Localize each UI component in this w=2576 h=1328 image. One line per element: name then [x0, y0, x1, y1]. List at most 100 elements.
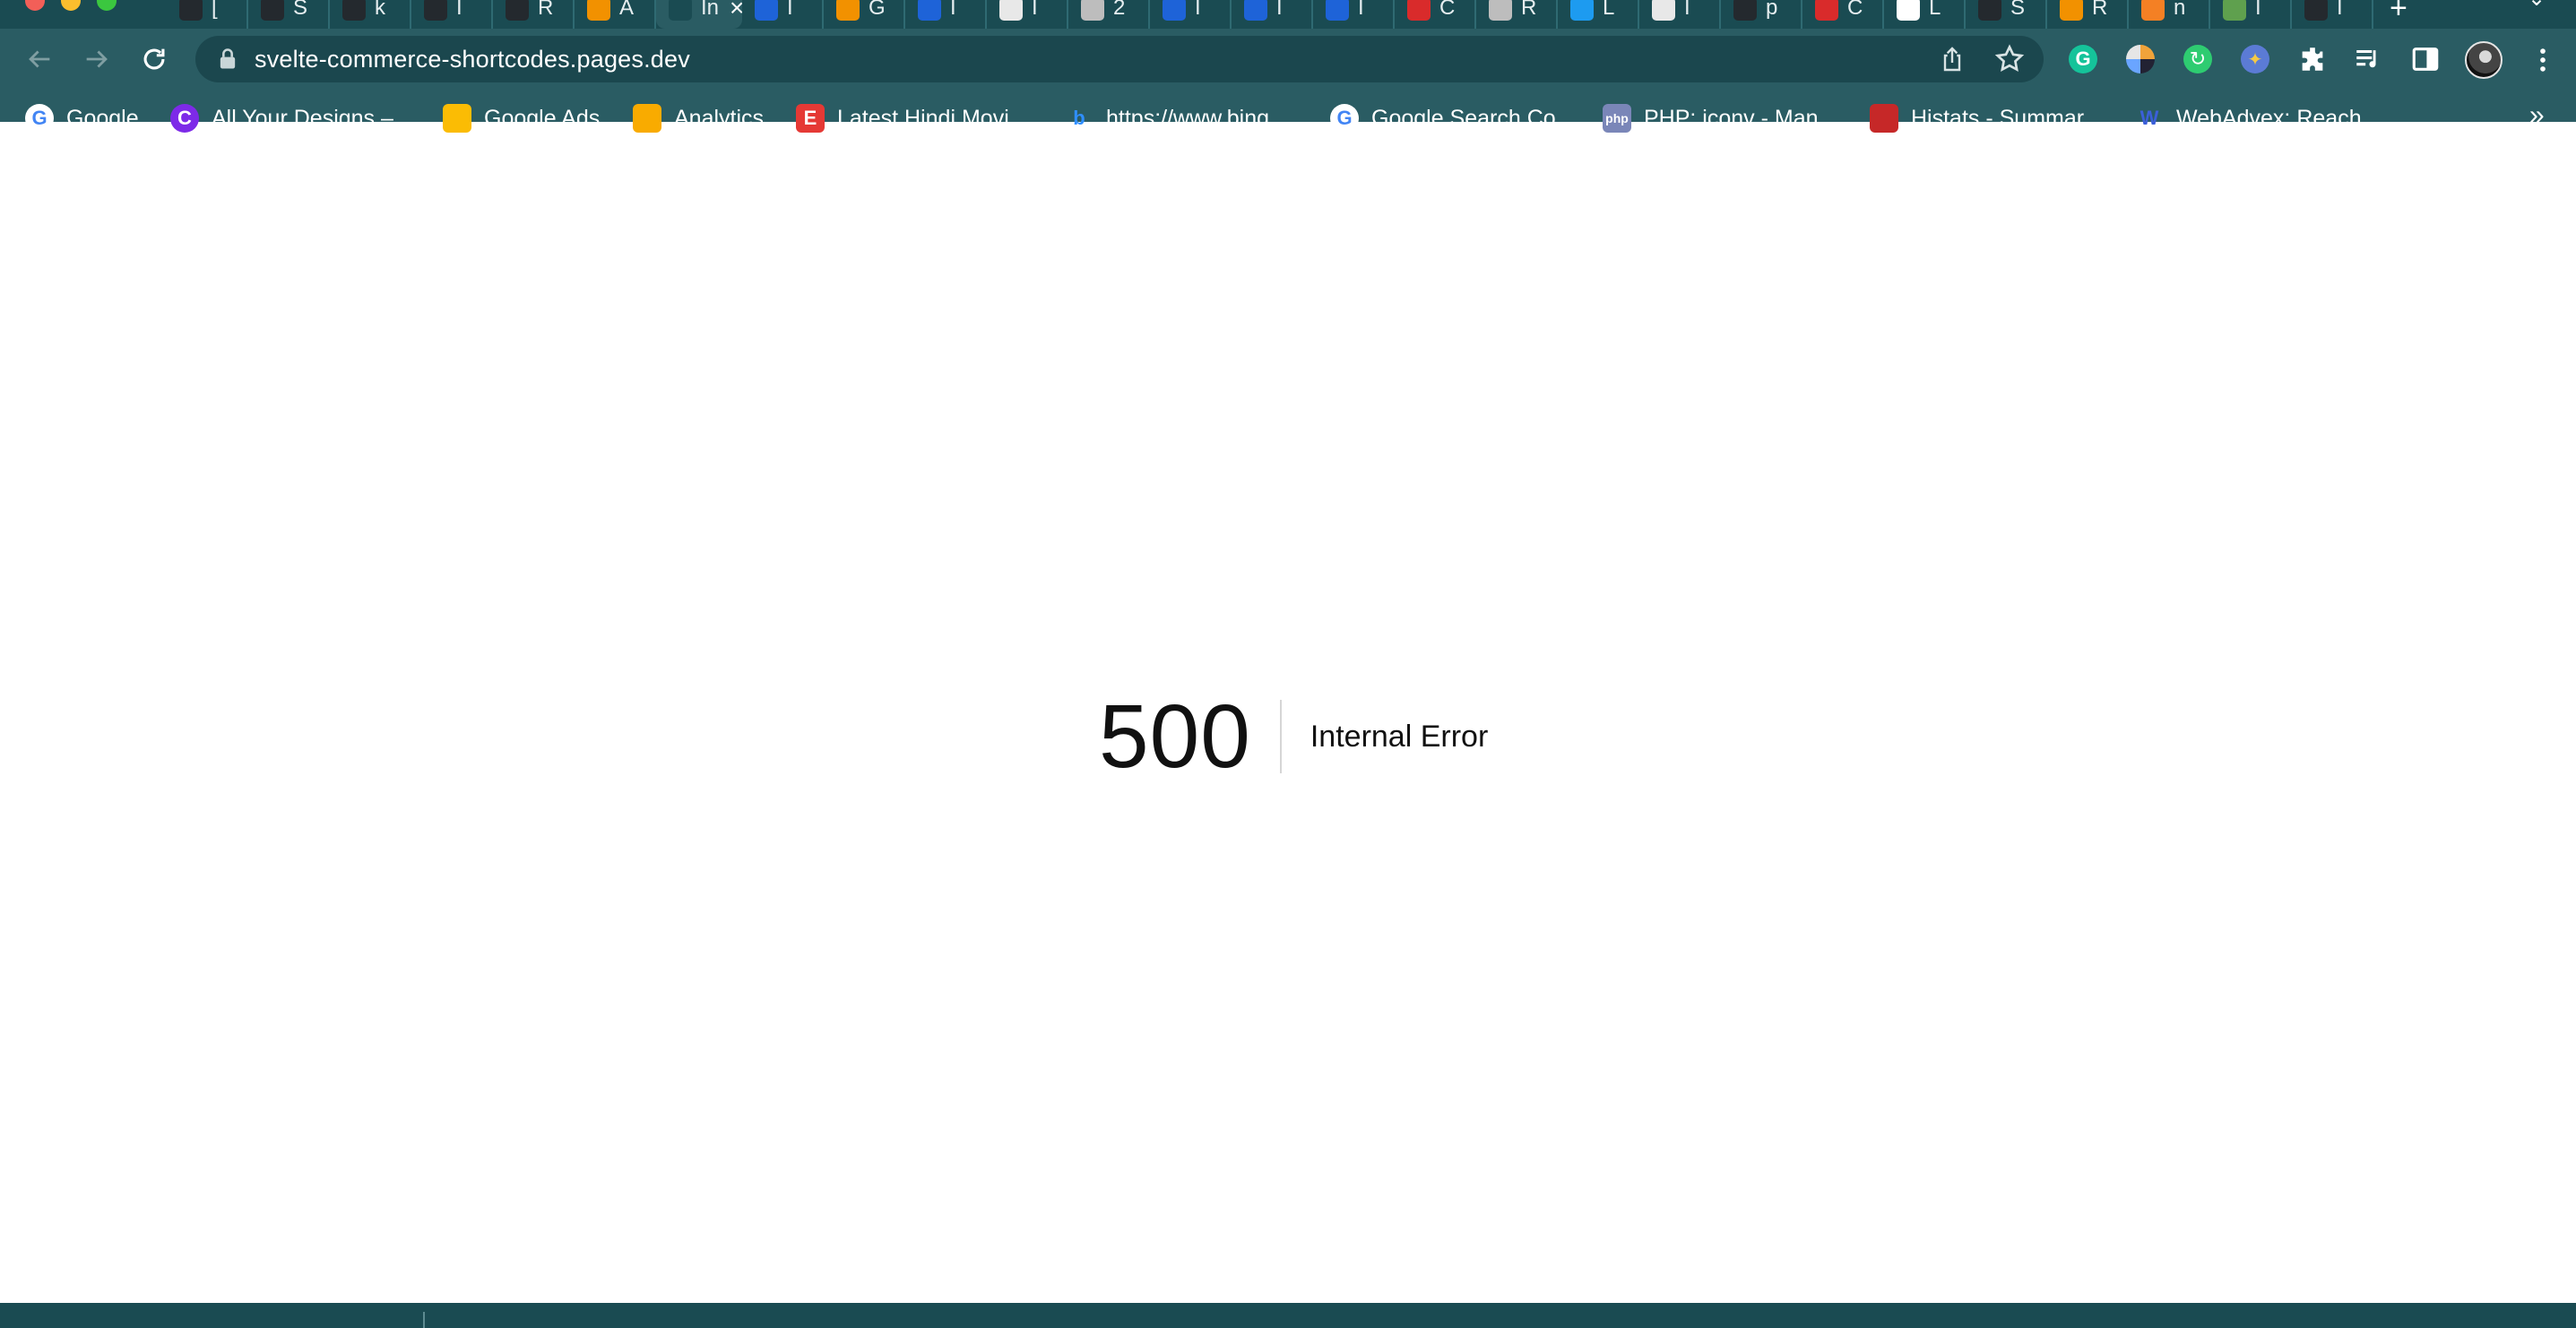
tab-title: I — [1032, 0, 1038, 20]
bookmark-label: Google Ads — [484, 105, 601, 131]
puzzle-extensions-icon[interactable] — [2295, 41, 2330, 77]
github-icon — [506, 0, 529, 21]
red-square-icon — [1407, 0, 1431, 21]
tab-3[interactable]: I — [411, 0, 493, 29]
tab-22[interactable]: S — [1966, 0, 2047, 29]
tab-5[interactable]: A — [575, 0, 656, 29]
profile-avatar[interactable] — [2465, 41, 2503, 79]
tab-title: C — [1439, 0, 1456, 20]
tab-14[interactable]: I — [1313, 0, 1395, 29]
tab-7[interactable]: I — [742, 0, 824, 29]
sync-extension-icon[interactable]: ↻ — [2180, 41, 2216, 77]
zeit-icon — [1163, 0, 1186, 21]
histats-icon — [1870, 104, 1898, 133]
page-icon — [669, 0, 692, 21]
zeit-icon — [1326, 0, 1349, 21]
tab-17[interactable]: L — [1558, 0, 1639, 29]
bookmark-item[interactable]: Google Ads — [443, 102, 600, 134]
twitter-icon — [1570, 0, 1594, 21]
close-tab-icon[interactable]: × — [730, 0, 742, 22]
error-divider — [1279, 700, 1282, 773]
tab-title: S — [2010, 0, 2026, 20]
google-icon: G — [25, 104, 54, 133]
tab-18[interactable]: I — [1639, 0, 1721, 29]
tab-20[interactable]: C — [1802, 0, 1884, 29]
media-controls-icon[interactable] — [2350, 41, 2386, 77]
cloud-icon — [1652, 0, 1675, 21]
tab-title: I — [2255, 0, 2261, 20]
tab-24[interactable]: n — [2129, 0, 2210, 29]
tab-title: R — [1521, 0, 1537, 20]
tab-title: I — [787, 0, 793, 20]
bookmarks-bar: G Google C All Your Designs –... Google Ads A… — [0, 90, 2576, 147]
forward-button[interactable] — [77, 39, 117, 79]
side-panel-icon[interactable] — [2407, 41, 2443, 77]
url-text[interactable]: svelte-commerce-shortcodes.pages.dev — [255, 36, 690, 82]
reload-button[interactable] — [134, 39, 174, 79]
tab-title: I — [2337, 0, 2343, 20]
tab-8[interactable]: G — [824, 0, 905, 29]
bookmark-item[interactable]: W WebAdvex: Reach... — [2135, 102, 2381, 134]
new-tab-button[interactable]: + — [2390, 0, 2407, 26]
kebab-menu-icon[interactable] — [2528, 45, 2558, 75]
badge-extension-icon[interactable]: ✦ — [2237, 41, 2273, 77]
maximize-window-button[interactable] — [97, 0, 117, 11]
tab-title: 2 — [1113, 0, 1126, 20]
bookmark-label: Analytics — [674, 105, 765, 131]
tab-15[interactable]: C — [1395, 0, 1476, 29]
tab-9[interactable]: I — [905, 0, 987, 29]
tab-title: I — [1684, 0, 1690, 20]
tab-list: [Sk I R A In × I G I I 2 I I I C R L Ip C L S Rn I I — [167, 0, 2373, 29]
bookmark-item[interactable]: G Google Search Co... — [1330, 102, 1575, 134]
tab-title: L — [1929, 0, 1941, 20]
tab-16[interactable]: R — [1476, 0, 1558, 29]
minimize-window-button[interactable] — [61, 0, 81, 11]
tab-19[interactable]: p — [1721, 0, 1802, 29]
bookmark-item[interactable]: C All Your Designs –... — [170, 102, 412, 134]
tab-11[interactable]: 2 — [1068, 0, 1150, 29]
share-icon[interactable] — [1938, 45, 1967, 73]
tab-title: In — [701, 0, 720, 20]
canva-icon: C — [170, 104, 199, 133]
bookmark-star-icon[interactable] — [1993, 43, 2026, 75]
tab-21[interactable]: L — [1884, 0, 1966, 29]
moon-icon — [1489, 0, 1512, 21]
close-window-button[interactable] — [25, 0, 45, 11]
bookmarks-overflow-chevron-icon[interactable]: » — [2529, 100, 2545, 131]
tab-0[interactable]: [ — [167, 0, 248, 29]
tab-1[interactable]: S — [248, 0, 330, 29]
aws-icon — [2060, 0, 2083, 21]
github-icon — [2304, 0, 2328, 21]
bookmark-item[interactable]: E Latest Hindi Movi... — [796, 102, 1028, 134]
tab-title: I — [950, 0, 956, 20]
node-icon — [2223, 0, 2246, 21]
tab-25[interactable]: I — [2210, 0, 2292, 29]
bookmark-item[interactable]: php PHP: iconv - Man... — [1603, 102, 1837, 134]
arrow-right-icon — [86, 50, 108, 68]
tab-6[interactable]: In × — [656, 0, 742, 29]
tab-23[interactable]: R — [2047, 0, 2129, 29]
bookmark-item[interactable]: b https://www.bing.... — [1065, 102, 1294, 134]
tab-10[interactable]: I — [987, 0, 1068, 29]
tab-26[interactable]: I — [2292, 0, 2373, 29]
tab-search-chevron-icon[interactable]: ⌄ — [2528, 0, 2546, 12]
tab-4[interactable]: R — [493, 0, 575, 29]
google-icon: G — [1330, 104, 1359, 133]
bookmark-item[interactable]: Histats - Summar... — [1870, 102, 2102, 134]
lock-icon[interactable] — [215, 47, 240, 72]
tab-12[interactable]: I — [1150, 0, 1232, 29]
bookmark-item[interactable]: Analytics — [633, 102, 764, 134]
error-code: 500 — [1099, 686, 1251, 787]
tab-title: R — [538, 0, 554, 20]
bookmark-label: PHP: iconv - Man... — [1644, 105, 1837, 131]
tab-2[interactable]: k — [330, 0, 411, 29]
back-button[interactable] — [20, 39, 59, 79]
github-icon — [179, 0, 203, 21]
address-bar[interactable]: svelte-commerce-shortcodes.pages.dev — [195, 36, 2044, 82]
grammarly-icon[interactable]: G — [2065, 41, 2101, 77]
color-picker-icon[interactable] — [2122, 41, 2158, 77]
analytics-icon — [633, 104, 661, 133]
bookmark-item[interactable]: G Google — [25, 102, 139, 134]
tab-title: I — [1358, 0, 1364, 20]
tab-13[interactable]: I — [1232, 0, 1313, 29]
